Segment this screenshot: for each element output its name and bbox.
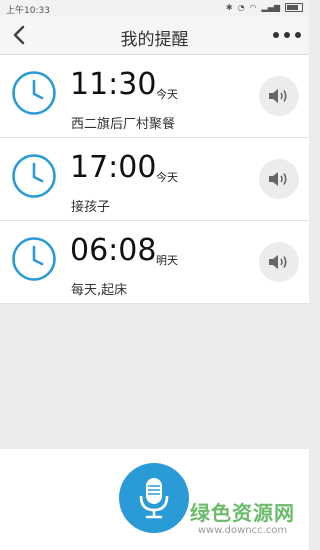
title-bar: 我的提醒 [0,16,309,55]
more-dot [284,32,290,38]
signal-icon: ▂▄▆ [261,3,280,12]
status-icons: ✱ ◔ ◠ ▂▄▆ [226,3,303,12]
reminder-day: 今天 [156,171,178,184]
watermark: 绿色资源网 www.downcc.com [190,497,295,536]
reminder-label: 西二旗后厂村聚餐 [71,117,176,132]
status-bar: 上午10:33 ✱ ◔ ◠ ▂▄▆ [0,0,309,16]
speaker-icon [269,172,287,186]
more-dot [273,32,279,38]
reminder-row[interactable]: 17:00 今天 接孩子 [0,138,309,221]
wifi-icon: ◠ [249,3,257,12]
reminder-time: 06:08 [70,233,157,268]
more-dot [295,32,301,38]
more-button[interactable] [273,23,301,47]
reminder-label: 每天,起床 [71,283,128,298]
alarm-icon: ◔ [237,3,245,12]
reminder-label: 接孩子 [71,200,111,215]
reminder-time: 17:00 [70,150,157,185]
speaker-icon [269,89,287,103]
clock-icon [12,154,56,198]
microphone-icon [139,478,169,519]
watermark-title: 绿色资源网 [190,501,295,525]
bluetooth-icon: ✱ [225,3,233,12]
clock-icon [12,237,56,281]
play-sound-button[interactable] [259,242,299,282]
reminder-list: 11:30 今天 西二旗后厂村聚餐 17:00 今天 接孩子 06:08 明天 … [0,55,309,304]
speaker-icon [269,255,287,269]
status-time: 上午10:33 [6,6,50,16]
reminder-day: 今天 [156,88,178,101]
watermark-url: www.downcc.com [197,525,288,536]
reminder-row[interactable]: 06:08 明天 每天,起床 [0,221,309,304]
reminder-day: 明天 [156,254,178,267]
battery-icon [285,3,303,12]
reminder-time: 11:30 [70,67,157,102]
reminder-row[interactable]: 11:30 今天 西二旗后厂村聚餐 [0,55,309,138]
clock-icon [12,71,56,115]
play-sound-button[interactable] [259,76,299,116]
voice-input-button[interactable] [119,463,189,533]
play-sound-button[interactable] [259,159,299,199]
page-title: 我的提醒 [120,30,189,50]
